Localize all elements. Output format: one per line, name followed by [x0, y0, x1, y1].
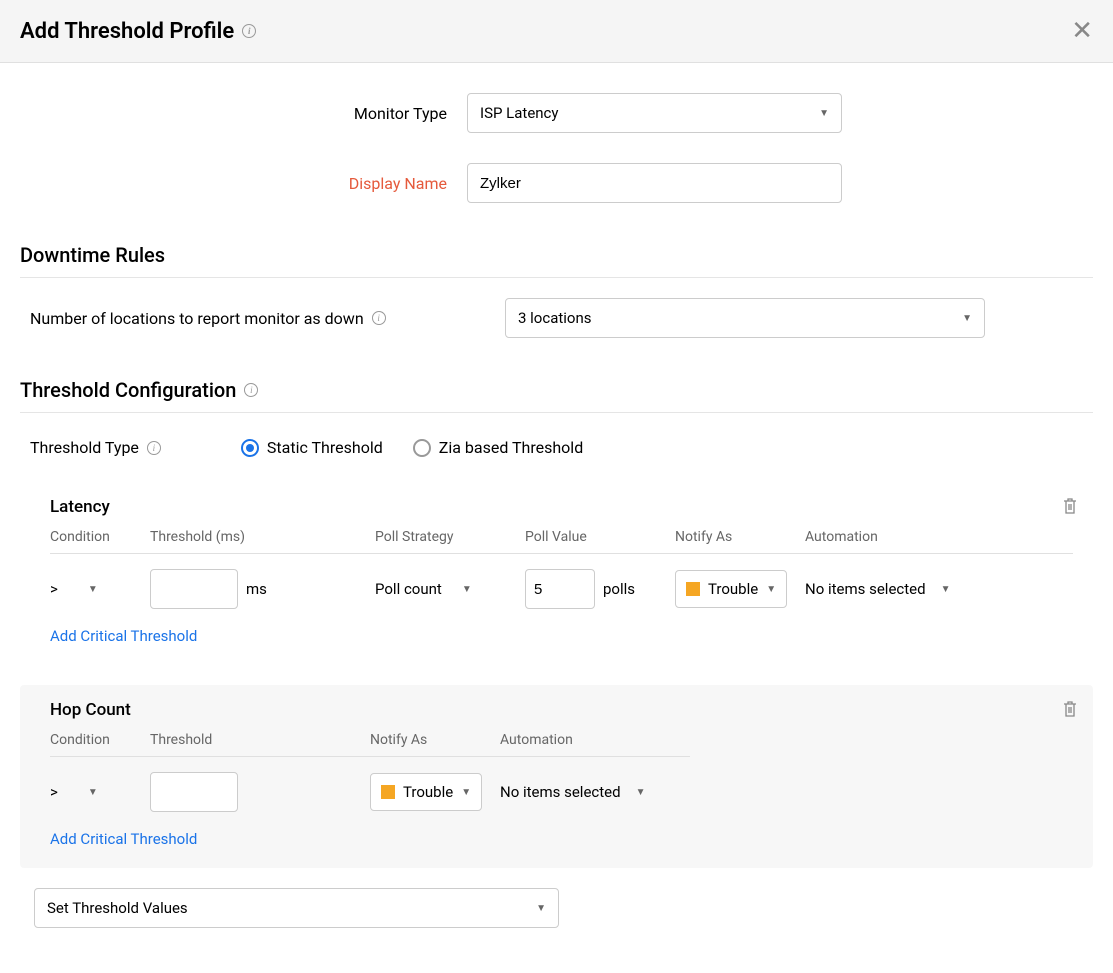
- hop-notify-select[interactable]: Trouble ▼: [370, 773, 482, 811]
- latency-poll-value-input[interactable]: [525, 569, 595, 609]
- threshold-config-title: Threshold Configuration i: [20, 378, 1093, 402]
- chevron-down-icon: ▼: [536, 903, 546, 914]
- chevron-down-icon: ▼: [766, 584, 776, 595]
- threshold-config-title-text: Threshold Configuration: [20, 378, 236, 402]
- latency-poll-strategy-value: Poll count: [375, 580, 442, 598]
- col-condition: Condition: [50, 732, 150, 748]
- trash-icon: [1062, 497, 1078, 515]
- chevron-down-icon: ▼: [962, 313, 972, 324]
- hop-condition-value: >: [50, 783, 58, 801]
- col-poll-value: Poll Value: [525, 529, 675, 545]
- latency-automation-select[interactable]: No items selected ▼: [805, 580, 985, 598]
- chevron-down-icon: ▼: [636, 787, 646, 798]
- hop-notify-value: Trouble: [403, 783, 453, 801]
- status-color-swatch: [686, 582, 700, 596]
- chevron-down-icon: ▼: [819, 108, 829, 119]
- monitor-type-value: ISP Latency: [480, 104, 559, 122]
- col-notify-as: Notify As: [675, 529, 805, 545]
- page-title: Add Threshold Profile i: [20, 19, 256, 44]
- divider: [20, 412, 1093, 413]
- set-threshold-values-select[interactable]: Set Threshold Values ▼: [34, 888, 559, 928]
- radio-zia-label: Zia based Threshold: [439, 438, 583, 457]
- latency-threshold-unit: ms: [246, 580, 267, 598]
- chevron-down-icon: ▼: [461, 787, 471, 798]
- latency-poll-strategy-select[interactable]: Poll count ▼: [375, 580, 525, 598]
- locations-value: 3 locations: [518, 309, 592, 327]
- radio-icon: [241, 439, 259, 457]
- col-threshold: Threshold (ms): [150, 529, 375, 545]
- info-icon[interactable]: i: [147, 441, 161, 455]
- downtime-rules-title-text: Downtime Rules: [20, 243, 165, 267]
- latency-add-critical-link[interactable]: Add Critical Threshold: [50, 627, 1073, 645]
- hop-threshold-input[interactable]: [150, 772, 238, 812]
- col-notify-as: Notify As: [370, 732, 500, 748]
- monitor-type-row: Monitor Type ISP Latency ▼: [20, 93, 1093, 133]
- chevron-down-icon: ▼: [941, 584, 951, 595]
- hop-table-row: > ▼ Trouble ▼ No items selected ▼: [50, 772, 1073, 812]
- hop-add-critical-link[interactable]: Add Critical Threshold: [50, 830, 1073, 848]
- chevron-down-icon: ▼: [88, 584, 98, 595]
- latency-automation-value: No items selected: [805, 580, 926, 598]
- info-icon[interactable]: i: [244, 383, 258, 397]
- monitor-type-label: Monitor Type: [20, 104, 467, 123]
- display-name-label: Display Name: [20, 174, 467, 193]
- chevron-down-icon: ▼: [462, 584, 472, 595]
- col-automation: Automation: [500, 732, 680, 748]
- delete-hop-button[interactable]: [1062, 700, 1078, 722]
- col-poll-strategy: Poll Strategy: [375, 529, 525, 545]
- latency-notify-select[interactable]: Trouble ▼: [675, 570, 787, 608]
- radio-zia-threshold[interactable]: Zia based Threshold: [413, 438, 583, 457]
- radio-static-label: Static Threshold: [267, 438, 383, 457]
- col-condition: Condition: [50, 529, 150, 545]
- status-color-swatch: [381, 785, 395, 799]
- hop-automation-select[interactable]: No items selected ▼: [500, 783, 680, 801]
- hop-table-header: Condition Threshold Notify As Automation: [50, 732, 690, 757]
- delete-latency-button[interactable]: [1062, 497, 1078, 519]
- locations-label: Number of locations to report monitor as…: [30, 309, 467, 328]
- divider: [20, 277, 1093, 278]
- info-icon[interactable]: i: [242, 24, 256, 38]
- dialog-body: Monitor Type ISP Latency ▼ Display Name …: [0, 63, 1113, 948]
- chevron-down-icon: ▼: [88, 787, 98, 798]
- threshold-type-group: Threshold Type i Static Threshold Zia ba…: [30, 438, 1083, 457]
- radio-static-threshold[interactable]: Static Threshold: [241, 438, 383, 457]
- dialog-header: Add Threshold Profile i ✕: [0, 0, 1113, 63]
- set-threshold-values-label: Set Threshold Values: [47, 899, 188, 917]
- display-name-row: Display Name: [20, 163, 1093, 203]
- downtime-rules-title: Downtime Rules: [20, 243, 1093, 267]
- display-name-input[interactable]: [467, 163, 842, 203]
- locations-row: Number of locations to report monitor as…: [30, 298, 1093, 338]
- latency-condition-select[interactable]: > ▼: [50, 580, 150, 598]
- threshold-type-label: Threshold Type i: [30, 438, 161, 457]
- latency-poll-value-unit: polls: [603, 580, 635, 598]
- locations-label-text: Number of locations to report monitor as…: [30, 309, 364, 328]
- latency-condition-value: >: [50, 580, 58, 598]
- latency-card: Latency Condition Threshold (ms) Poll St…: [20, 482, 1093, 665]
- radio-icon: [413, 439, 431, 457]
- col-automation: Automation: [805, 529, 985, 545]
- latency-notify-value: Trouble: [708, 580, 758, 598]
- hop-count-card: Hop Count Condition Threshold Notify As …: [20, 685, 1093, 868]
- col-threshold: Threshold: [150, 732, 370, 748]
- hop-title: Hop Count: [50, 700, 1073, 720]
- info-icon[interactable]: i: [372, 311, 386, 325]
- locations-select[interactable]: 3 locations ▼: [505, 298, 985, 338]
- monitor-type-select[interactable]: ISP Latency ▼: [467, 93, 842, 133]
- latency-title: Latency: [50, 497, 1073, 517]
- latency-threshold-input[interactable]: [150, 569, 238, 609]
- latency-table-row: > ▼ ms Poll count ▼ polls: [50, 569, 1073, 609]
- trash-icon: [1062, 700, 1078, 718]
- page-title-text: Add Threshold Profile: [20, 19, 234, 44]
- latency-table-header: Condition Threshold (ms) Poll Strategy P…: [50, 529, 1073, 554]
- threshold-type-label-text: Threshold Type: [30, 438, 139, 457]
- hop-automation-value: No items selected: [500, 783, 621, 801]
- close-icon[interactable]: ✕: [1071, 18, 1093, 44]
- hop-condition-select[interactable]: > ▼: [50, 783, 150, 801]
